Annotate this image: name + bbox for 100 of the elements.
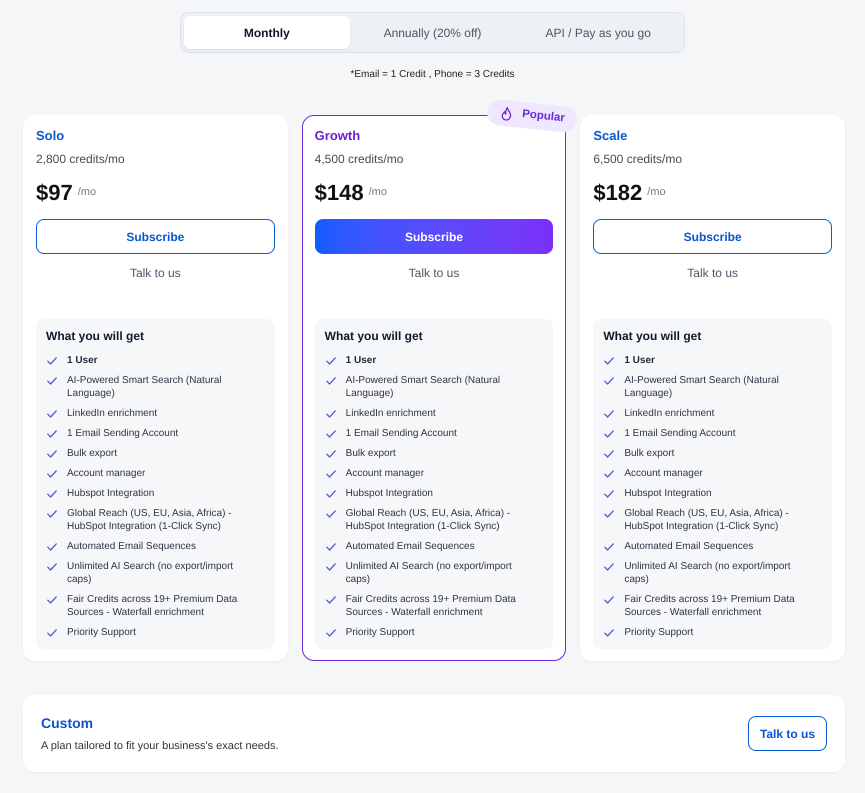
plan-name: Solo: [36, 127, 64, 145]
custom-plan-name: Custom: [41, 714, 94, 732]
talk-to-us-link[interactable]: Talk to us: [408, 265, 460, 281]
check-icon: [604, 629, 614, 637]
feature-text: Automated Email Sequences: [346, 540, 475, 553]
price-period: /mo: [368, 184, 387, 200]
features-heading: What you will get: [46, 328, 145, 344]
feature-text: LinkedIn enrichment: [67, 407, 158, 420]
feature-text: Automated Email Sequences: [624, 540, 754, 553]
feature-text: 1 User: [67, 354, 98, 367]
check-icon: [326, 510, 336, 518]
feature-text: Bulk export: [346, 447, 396, 460]
feature-text: Account manager: [346, 467, 424, 480]
feature-text: AI-Powered Smart Search (Natural Language): [346, 374, 502, 400]
check-icon: [47, 490, 57, 498]
check-icon: [47, 510, 57, 518]
custom-plan-description: A plan tailored to fit your business's exact needs.: [41, 739, 279, 753]
talk-to-us-link[interactable]: Talk to us: [687, 265, 738, 281]
check-icon: [604, 357, 614, 365]
check-icon: [326, 470, 336, 478]
check-icon: [326, 563, 336, 571]
feature-text: Unlimited AI Search (no export/import caps): [624, 560, 792, 586]
feature-text: Account manager: [624, 467, 703, 480]
billing-tab[interactable]: Monthly: [184, 16, 350, 49]
feature-text: 1 User: [624, 354, 655, 367]
feature-text: Unlimited AI Search (no export/import caps): [346, 560, 513, 586]
subscribe-button[interactable]: Subscribe: [314, 219, 554, 254]
features-heading: What you will get: [324, 328, 424, 344]
feature-text: Global Reach (US, EU, Asia, Africa) - HubSpot Integration (1-Click Sync): [346, 507, 512, 533]
check-icon: [47, 357, 57, 365]
check-icon: [604, 543, 614, 551]
feature-text: Priority Support: [346, 626, 415, 639]
feature-text: Priority Support: [624, 626, 694, 639]
check-icon: [326, 377, 336, 385]
feature-text: Hubspot Integration: [67, 487, 154, 500]
check-icon: [604, 410, 614, 418]
check-icon: [326, 490, 336, 498]
check-icon: [326, 357, 336, 365]
check-icon: [47, 450, 57, 458]
plan-price: $97: [36, 179, 73, 207]
badge-label: Popular: [520, 107, 566, 127]
feature-text: 1 Email Sending Account: [67, 427, 178, 440]
check-icon: [47, 563, 57, 571]
plan-credits: 4,500 credits/mo: [314, 151, 404, 167]
check-icon: [604, 490, 614, 498]
feature-text: Bulk export: [624, 447, 674, 460]
talk-to-us-link[interactable]: Talk to us: [130, 265, 181, 281]
feature-text: Fair Credits across 19+ Premium Data Sources - Waterfall enrichment: [67, 593, 238, 619]
check-icon: [47, 596, 57, 604]
check-icon: [47, 543, 57, 551]
check-icon: [326, 410, 336, 418]
feature-text: Priority Support: [67, 626, 136, 639]
check-icon: [326, 450, 336, 458]
feature-text: Fair Credits across 19+ Premium Data Sources - Waterfall enrichment: [624, 593, 796, 619]
subscribe-button[interactable]: Subscribe: [36, 219, 275, 254]
price-period: /mo: [647, 184, 666, 200]
check-icon: [326, 629, 336, 637]
check-icon: [604, 470, 614, 478]
check-icon: [47, 430, 57, 438]
feature-text: Account manager: [67, 467, 146, 480]
check-icon: [604, 450, 614, 458]
check-icon: [326, 430, 336, 438]
feature-text: Bulk export: [67, 447, 118, 460]
plan-credits: 6,500 credits/mo: [593, 151, 682, 167]
feature-text: Automated Email Sequences: [67, 540, 196, 553]
check-icon: [604, 596, 614, 604]
price-period: /mo: [78, 184, 96, 200]
feature-text: Global Reach (US, EU, Asia, Africa) - HubSpot Integration (1-Click Sync): [67, 507, 233, 533]
talk-to-us-button[interactable]: Talk to us: [748, 716, 827, 751]
features-heading: What you will get: [603, 328, 702, 344]
plan-price: $148: [314, 179, 364, 207]
feature-text: LinkedIn enrichment: [346, 407, 436, 420]
check-icon: [604, 430, 614, 438]
feature-text: Hubspot Integration: [346, 487, 433, 500]
check-icon: [604, 510, 614, 518]
check-icon: [47, 377, 57, 385]
plan-credits: 2,800 credits/mo: [36, 151, 125, 167]
check-icon: [604, 377, 614, 385]
check-icon: [604, 563, 614, 571]
feature-text: AI-Powered Smart Search (Natural Language): [624, 374, 780, 400]
check-icon: [47, 410, 57, 418]
feature-text: Fair Credits across 19+ Premium Data Sources - Waterfall enrichment: [346, 593, 517, 619]
check-icon: [47, 629, 57, 637]
check-icon: [326, 596, 336, 604]
feature-text: 1 User: [346, 354, 376, 367]
plan-name: Growth: [314, 127, 360, 145]
plan-price: $182: [593, 179, 642, 207]
feature-text: 1 Email Sending Account: [346, 427, 457, 440]
feature-text: Unlimited AI Search (no export/import caps): [67, 560, 234, 586]
billing-tab[interactable]: API / Pay as you go: [515, 16, 682, 49]
plan-name: Scale: [593, 127, 628, 145]
feature-text: LinkedIn enrichment: [624, 407, 714, 420]
credits-note: *Email = 1 Credit , Phone = 3 Credits: [350, 68, 514, 82]
feature-text: 1 Email Sending Account: [624, 427, 736, 440]
check-icon: [326, 543, 336, 551]
feature-text: Hubspot Integration: [624, 487, 712, 500]
feature-text: Global Reach (US, EU, Asia, Africa) - HubSpot Integration (1-Click Sync): [624, 507, 790, 533]
billing-tab[interactable]: Annually (20% off): [350, 16, 516, 49]
subscribe-button[interactable]: Subscribe: [593, 219, 832, 254]
feature-text: AI-Powered Smart Search (Natural Language): [67, 374, 223, 400]
